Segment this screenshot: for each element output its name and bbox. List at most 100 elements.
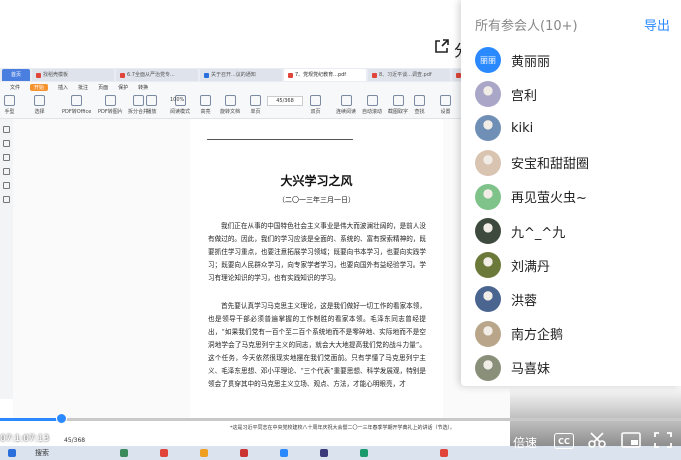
ribbon-tool-icon	[224, 95, 236, 106]
ribbon-button[interactable]: 播放	[146, 95, 157, 115]
ribbon-label: 手型	[4, 109, 15, 115]
file-type-icon	[288, 72, 293, 78]
ribbon-tool-icon	[71, 95, 83, 106]
fullscreen-icon[interactable]	[652, 431, 674, 449]
ribbon-label: 自动滚动	[362, 109, 383, 115]
ribbon-tool-icon	[146, 95, 157, 106]
wps-tab-label: 8、习近平谈...调查.pdf	[379, 72, 432, 78]
participant-row[interactable]: 宫利	[475, 81, 675, 108]
wps-tab[interactable]: 首页	[2, 69, 30, 81]
wps-tab[interactable]: 8、习近平谈...调查.pdf	[368, 69, 450, 81]
participant-row[interactable]: 南方企鹅	[475, 320, 675, 347]
ribbon-label: 阅读模式	[170, 109, 191, 115]
participant-row[interactable]: 再见萤火虫~	[475, 183, 675, 210]
paragraph-2: 首先要认真学习马克思主义理论，这是我们做好一切工作的看家本领，也是领导干部必须普…	[208, 302, 426, 388]
ribbon-button[interactable]: 旋转文档	[220, 95, 240, 115]
wps-tab[interactable]: 关于召开...议的通知	[200, 69, 282, 81]
ribbon-tool-icon	[104, 95, 116, 106]
ribbon-label: PDF转图片	[98, 109, 123, 115]
ribbon-button[interactable]: PDF转图片	[98, 95, 123, 115]
status-page-number: 45/368	[64, 437, 86, 444]
export-button[interactable]: 导出	[644, 15, 670, 34]
file-type-icon	[372, 72, 377, 78]
thumbnail-icon[interactable]	[3, 126, 10, 133]
ribbon-button[interactable]: 查找	[414, 95, 425, 115]
attachment-icon[interactable]	[3, 168, 10, 175]
ribbon-button[interactable]: 截图取字	[388, 95, 408, 115]
playback-speed-button[interactable]: 倍速	[513, 434, 537, 451]
taskbar-app-icon	[240, 449, 248, 457]
ribbon-button[interactable]: 选择	[34, 95, 45, 115]
participant-name: 安宝和甜甜圈	[511, 157, 590, 173]
wps-tab-label: 首页	[10, 72, 21, 78]
picture-in-picture-icon[interactable]	[620, 431, 642, 449]
participant-row[interactable]: 马喜妹	[475, 354, 675, 381]
ribbon-label: 设置	[440, 109, 451, 115]
taskbar-app-icon	[320, 449, 328, 457]
comment-icon[interactable]	[3, 154, 10, 161]
zoom-level[interactable]: 100%	[170, 97, 184, 103]
taskbar-app-icon	[200, 449, 208, 457]
taskbar-search: 搜索	[35, 449, 49, 457]
progress-knob[interactable]	[56, 413, 68, 424]
participant-name: 再见萤火虫~	[511, 191, 587, 207]
wps-menu-item[interactable]: 页面	[98, 84, 108, 91]
ribbon-button[interactable]: 单页	[250, 95, 261, 115]
bookmark-icon[interactable]	[3, 140, 10, 147]
ribbon-label: 选择	[34, 109, 45, 115]
participant-row[interactable]: 九^_^九	[475, 218, 675, 244]
participant-name: 洪蓉	[511, 293, 538, 309]
ribbon-label: 拆分合并	[128, 109, 149, 115]
wps-tab[interactable]: 找稻壳模板	[32, 69, 114, 81]
participant-row[interactable]: 刘满丹	[475, 252, 675, 279]
ribbon-button[interactable]: 双页	[310, 95, 321, 115]
participant-name: 南方企鹅	[511, 328, 564, 344]
wps-menu-item[interactable]: 开始	[30, 83, 49, 91]
search-icon[interactable]	[3, 182, 10, 189]
closed-caption-button[interactable]: CC	[554, 433, 574, 449]
wps-menu-item[interactable]: 转换	[138, 84, 148, 91]
avatar	[475, 115, 501, 142]
ribbon-button[interactable]: 手型	[4, 95, 15, 115]
page-number-input[interactable]: 45/368	[267, 96, 303, 106]
document-footnote: *这是习近平同志在中央党校建校八十周年庆祝大会暨二〇一三年春季学期开学典礼上的讲…	[230, 425, 456, 431]
header-rule	[207, 139, 353, 140]
ribbon-button[interactable]: PDF转Office	[62, 95, 91, 115]
windows-start-icon	[8, 449, 16, 457]
avatar	[475, 218, 501, 244]
ribbon-tool-icon	[340, 95, 352, 106]
layer-icon[interactable]	[3, 196, 10, 203]
participant-row[interactable]: 丽丽 黄丽丽	[475, 47, 675, 73]
progress-track[interactable]	[0, 418, 681, 421]
wps-tab[interactable]: 7、党规党纪教育...pdf	[284, 69, 366, 81]
wps-menu-item[interactable]: 保护	[118, 84, 128, 91]
ribbon-button[interactable]: 高亮	[200, 95, 211, 115]
wps-tab[interactable]: 6.7全面从严治党专...	[116, 69, 198, 81]
participant-row[interactable]: 安宝和甜甜圈	[475, 149, 675, 176]
ribbon-button[interactable]: 拆分合并	[128, 95, 148, 115]
clip-scissors-icon[interactable]	[586, 431, 608, 449]
share-icon[interactable]	[434, 38, 450, 54]
ribbon-tool-icon	[4, 95, 15, 106]
ribbon-label: 截图取字	[388, 109, 409, 115]
ribbon-button[interactable]: 连续阅读	[336, 95, 356, 115]
taskbar-app-icon	[360, 449, 368, 457]
wps-tab-label: 7、党规党纪教育...pdf	[295, 72, 347, 78]
participant-row[interactable]: 洪蓉	[475, 286, 675, 313]
document-date: （二〇一三年三月一日）	[278, 196, 355, 204]
participant-name: kiki	[511, 120, 534, 136]
wps-menu-item[interactable]: 插入	[58, 84, 68, 91]
participants-panel: 所有参会人(10+) 导出 丽丽 黄丽丽 宫利 kiki 安宝和甜甜圈 再见萤火虫~ 九^_…	[461, 0, 681, 386]
taskbar-app-icon	[440, 449, 448, 457]
ribbon-tool-icon	[440, 95, 451, 106]
participant-row[interactable]: kiki	[475, 115, 675, 142]
avatar	[475, 183, 501, 210]
ribbon-button[interactable]: 自动滚动	[362, 95, 382, 115]
avatar	[475, 320, 501, 347]
ribbon-label: 高亮	[200, 109, 211, 115]
wps-menu-item[interactable]: 文件	[10, 84, 20, 91]
file-type-icon	[204, 72, 209, 78]
ribbon-label: 查找	[414, 109, 425, 115]
wps-menu-item[interactable]: 批注	[78, 84, 88, 91]
ribbon-button[interactable]: 设置	[440, 95, 451, 115]
